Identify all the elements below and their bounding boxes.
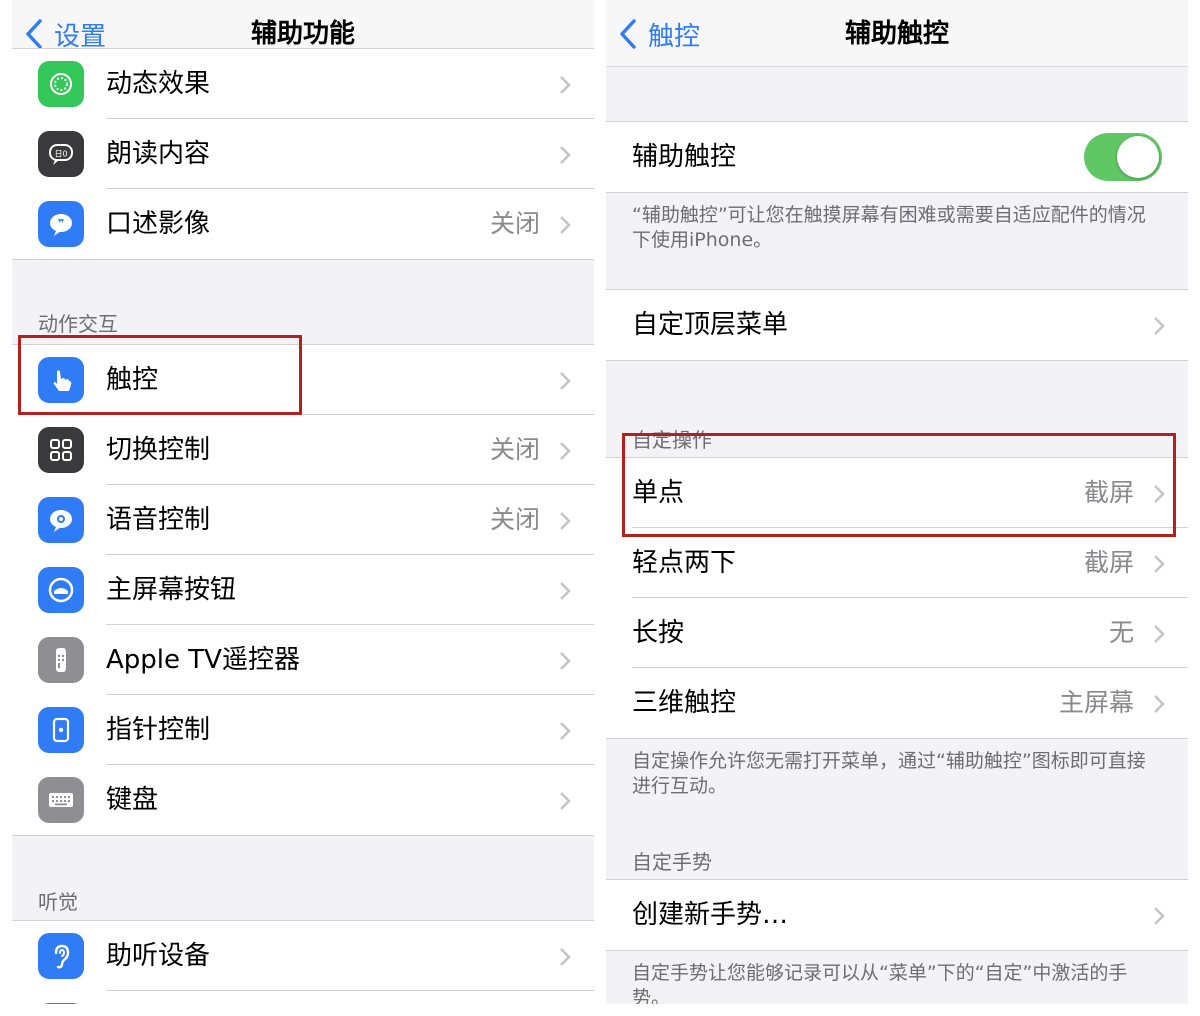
chevron-right-icon [1154, 317, 1165, 335]
row-value: 截屏 [1083, 478, 1134, 507]
pointer-control-icon [38, 707, 84, 753]
chevron-right-icon [1154, 695, 1165, 713]
home-button-icon [38, 567, 84, 613]
section-header-custom-gestures: 自定手势 [632, 850, 712, 874]
motion-icon [38, 61, 84, 107]
back-label: 触控 [648, 21, 701, 52]
chevron-right-icon [1154, 485, 1165, 503]
row-label: 主屏幕按钮 [106, 575, 237, 605]
svg-text:❞: ❞ [58, 217, 64, 230]
speech-bubble-icon: 日0 [38, 131, 84, 177]
back-button[interactable]: 触控 [618, 14, 700, 54]
custom-gestures-description: 自定手势让您能够记录可以从“菜单”下的“自定”中激活的手势。 [632, 962, 1128, 1004]
row-label: 动态效果 [106, 69, 211, 99]
chevron-right-icon [560, 512, 571, 530]
row-label: 键盘 [106, 785, 159, 815]
nav-bar: 触控 辅助触控 [606, 0, 1188, 67]
custom-actions-group: 单点 截屏 轻点两下 截屏 长按 无 三维触控 主屏幕 [606, 457, 1188, 739]
row-label: 切换控制 [106, 435, 211, 465]
row-label: 口述影像 [106, 209, 211, 239]
top-menu-group: 自定顶层菜单 [606, 289, 1188, 361]
section-header-hearing: 听觉 [38, 890, 78, 914]
keyboard-icon [38, 777, 84, 823]
list-item-motion[interactable]: 动态效果 [12, 49, 594, 119]
assistive-touch-row: 辅助触控 [606, 122, 1188, 192]
custom-actions-description: 自定操作允许您无需打开菜单，通过“辅助触控”图标即可直接进行互动。 [632, 750, 1146, 797]
chevron-right-icon [560, 76, 571, 94]
row-label: 语音控制 [106, 505, 211, 535]
chevron-right-icon [560, 722, 571, 740]
list-item-pointer-control[interactable]: 指针控制 [12, 695, 594, 765]
row-label: 指针控制 [106, 715, 211, 745]
row-label: 三维触控 [632, 688, 737, 718]
hearing-group: 助听设备 [12, 920, 594, 1004]
assistive-touch-screen: 触控 辅助触控 辅助触控 “辅助触控”可让您在触摸屏幕有困难或需要自适应配件的情… [606, 0, 1188, 1004]
chevron-right-icon [560, 442, 571, 460]
action-double-tap[interactable]: 轻点两下 截屏 [606, 528, 1188, 598]
list-item-audio-descriptions[interactable]: ❞ 口述影像 关闭 [12, 189, 594, 259]
row-label: 朗读内容 [106, 139, 211, 169]
assistive-touch-toggle[interactable] [1084, 133, 1162, 181]
assistive-touch-description: “辅助触控”可让您在触摸屏幕有困难或需要自适应配件的情况下使用iPhone。 [632, 204, 1146, 251]
row-value: 关闭 [489, 505, 540, 534]
row-value: 无 [1108, 618, 1134, 647]
chevron-right-icon [560, 146, 571, 164]
row-label: 自定顶层菜单 [632, 310, 789, 340]
interaction-group: 触控 切换控制 关闭 语音控制 关闭 主屏幕按钮 Apple TV遥控器 指针控… [12, 344, 594, 836]
list-item-hearing-devices[interactable]: 助听设备 [12, 921, 594, 991]
vision-group: 动态效果 日0 朗读内容 ❞ 口述影像 关闭 [12, 48, 594, 260]
chevron-left-icon [620, 19, 636, 49]
row-label: 助听设备 [106, 941, 211, 971]
svg-text:日0: 日0 [54, 150, 67, 159]
action-single-tap[interactable]: 单点 截屏 [606, 458, 1188, 528]
chevron-right-icon [560, 652, 571, 670]
row-label: 创建新手势… [632, 900, 789, 930]
list-item-next[interactable] [12, 991, 594, 1004]
back-label: 设置 [54, 21, 107, 52]
action-3d-touch[interactable]: 三维触控 主屏幕 [606, 668, 1188, 738]
chevron-right-icon [560, 792, 571, 810]
chevron-right-icon [560, 948, 571, 966]
hand-touch-icon [38, 357, 84, 403]
row-label: 单点 [632, 478, 685, 508]
accessibility-screen: 设置 辅助功能 动态效果 日0 朗读内容 ❞ 口述影像 关闭 动作交互 触控 切… [12, 0, 594, 1004]
list-item-voice-control[interactable]: 语音控制 关闭 [12, 485, 594, 555]
hearing-icon [38, 1003, 84, 1004]
create-new-gesture-row[interactable]: 创建新手势… [606, 880, 1188, 950]
custom-gestures-group: 创建新手势… [606, 879, 1188, 951]
list-item-touch[interactable]: 触控 [12, 345, 594, 415]
row-value: 关闭 [489, 435, 540, 464]
row-label: 辅助触控 [632, 142, 737, 172]
switch-grid-icon [38, 427, 84, 473]
chevron-right-icon [560, 216, 571, 234]
action-long-press[interactable]: 长按 无 [606, 598, 1188, 668]
section-header-custom-actions: 自定操作 [632, 428, 712, 452]
list-item-apple-tv-remote[interactable]: Apple TV遥控器 [12, 625, 594, 695]
section-header-interaction: 动作交互 [38, 312, 118, 336]
tv-remote-icon [38, 637, 84, 683]
row-value: 截屏 [1083, 548, 1134, 577]
customize-top-menu-row[interactable]: 自定顶层菜单 [606, 290, 1188, 360]
audio-description-icon: ❞ [38, 201, 84, 247]
chevron-right-icon [560, 582, 571, 600]
chevron-right-icon [1154, 625, 1165, 643]
list-item-keyboard[interactable]: 键盘 [12, 765, 594, 835]
row-value: 关闭 [489, 209, 540, 238]
chevron-right-icon [1154, 555, 1165, 573]
chevron-right-icon [1154, 907, 1165, 925]
toggle-knob [1117, 136, 1159, 178]
row-label: 触控 [106, 365, 159, 395]
row-value: 主屏幕 [1058, 688, 1134, 717]
chevron-left-icon [26, 19, 42, 49]
assistive-touch-group: 辅助触控 [606, 121, 1188, 193]
chevron-right-icon [560, 372, 571, 390]
ear-icon [38, 933, 84, 979]
voice-control-icon [38, 497, 84, 543]
list-item-home-button[interactable]: 主屏幕按钮 [12, 555, 594, 625]
row-label: Apple TV遥控器 [106, 645, 300, 675]
row-label: 轻点两下 [632, 548, 737, 578]
row-label: 长按 [632, 618, 685, 648]
list-item-spoken-content[interactable]: 日0 朗读内容 [12, 119, 594, 189]
list-item-switch-control[interactable]: 切换控制 关闭 [12, 415, 594, 485]
